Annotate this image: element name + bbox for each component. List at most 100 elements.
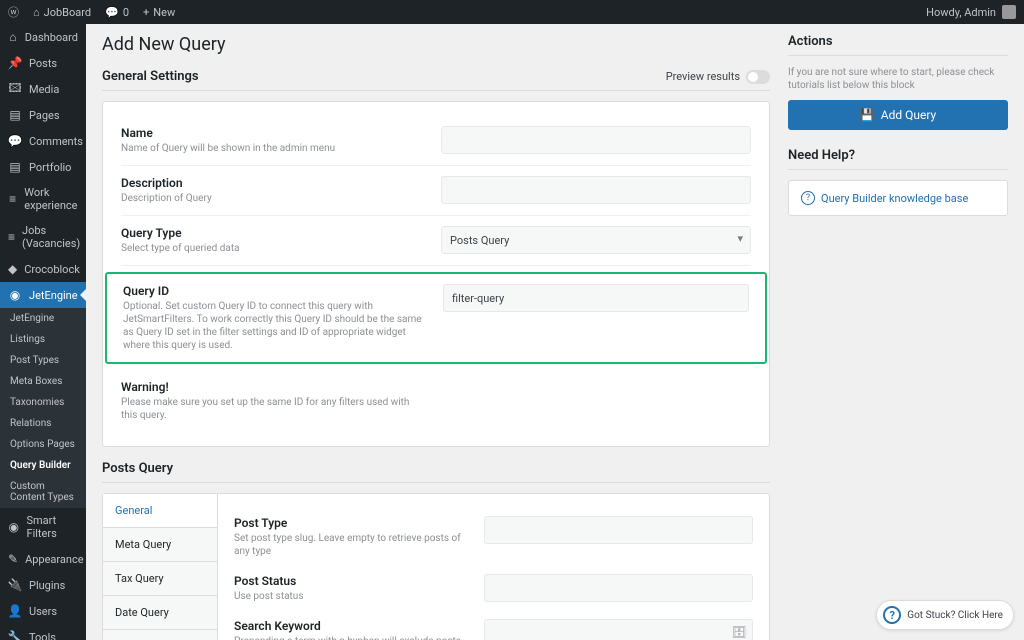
menu-crocoblock[interactable]: ◆ Crocoblock [0,256,86,282]
field-post-status: Post Status Use post status [234,566,753,611]
page-title: Add New Query [102,34,770,55]
menu-plugins[interactable]: 🔌Plugins [0,572,86,598]
field-post-type: Post Type Set post type slug. Leave empt… [234,508,753,566]
menu-media[interactable]: 🖾 Media [0,76,86,102]
field-title: Name [121,126,421,140]
database-icon[interactable]: 🗄 [732,625,747,639]
howdy[interactable]: Howdy, Admin [926,6,996,19]
tab-date-query[interactable]: Date Query [103,596,217,630]
warning-desc: Please make sure you set up the same ID … [121,396,421,422]
tools-icon: 🔧 [8,630,22,640]
description-input[interactable] [441,176,751,204]
field-desc: Set post type slug. Leave empty to retri… [234,532,464,558]
question-icon: ? [801,191,815,205]
sub-taxonomies[interactable]: Taxonomies [0,392,86,413]
sub-jetengine[interactable]: JetEngine [0,308,86,329]
posts-query-tabs: General Meta Query Tax Query Date Query … [103,494,218,640]
tab-meta-query[interactable]: Meta Query [103,528,217,562]
list-icon: ≡ [8,230,15,244]
posts-query-panel: General Meta Query Tax Query Date Query … [102,493,770,640]
field-description: Description Description of Query [121,166,751,216]
posts-query-header: Posts Query [102,461,770,483]
help-fab[interactable]: ? Got Stuck? Click Here [876,600,1014,630]
help-fab-icon: ? [883,606,901,624]
menu-jobs[interactable]: ≡Jobs (Vacancies) [0,218,86,256]
sub-options-pages[interactable]: Options Pages [0,434,86,455]
jetengine-icon: ◉ [8,288,22,302]
menu-comments[interactable]: 💬Comments [0,128,86,154]
section-title: Posts Query [102,461,173,476]
sub-relations[interactable]: Relations [0,413,86,434]
new-content[interactable]: + New [143,6,175,19]
help-fab-label: Got Stuck? Click Here [907,610,1003,621]
post-type-input[interactable] [484,516,753,544]
comments-icon: 💬 [8,134,22,148]
menu-posts[interactable]: 📌Posts [0,50,86,76]
query-id-input[interactable] [443,284,749,312]
sub-meta-boxes[interactable]: Meta Boxes [0,371,86,392]
menu-jetengine[interactable]: ◉ JetEngine [0,282,86,308]
search-keyword-input[interactable] [484,619,753,640]
field-desc: Prepending a term with a hyphen will exc… [234,635,464,640]
sub-listings[interactable]: Listings [0,329,86,350]
actions-section: Actions If you are not sure where to sta… [788,34,1008,130]
menu-label: Crocoblock [24,263,80,276]
tab-general[interactable]: General [103,494,217,528]
dashboard-icon: ⌂ [8,30,18,44]
preview-results-label: Preview results [666,70,740,83]
sub-query-builder[interactable]: Query Builder [0,455,86,476]
menu-label: Dashboard [25,31,78,44]
menu-label: Media [29,83,59,96]
media-icon: 🖾 [8,82,22,96]
name-input[interactable] [441,126,751,154]
query-type-select[interactable]: Posts Query [441,226,751,254]
menu-label: Portfolio [29,161,71,174]
add-query-button[interactable]: 💾 Add Query [788,100,1008,130]
croco-icon: ◆ [8,262,17,276]
tab-post-page[interactable]: Post & Page [103,630,217,640]
menu-dashboard[interactable]: ⌂ Dashboard [0,24,86,50]
menu-label: JetEngine [29,289,78,302]
tab-tax-query[interactable]: Tax Query [103,562,217,596]
menu-label: Posts [29,57,57,70]
preview-results-toggle[interactable] [746,70,770,84]
menu-label: Appearance [25,553,84,566]
field-title: Query Type [121,226,421,240]
post-status-input[interactable] [484,574,753,602]
sub-post-types[interactable]: Post Types [0,350,86,371]
avatar[interactable] [1002,5,1016,19]
section-title: Actions [788,34,1008,56]
menu-users[interactable]: 👤 Users [0,598,86,624]
pages-icon: ▤ [8,108,22,122]
menu-portfolio[interactable]: ▤Portfolio [0,154,86,180]
wp-logo[interactable]: ⓦ [8,4,19,20]
field-search-keyword: Search Keyword Prepending a term with a … [234,611,753,640]
menu-smart-filters[interactable]: ◉Smart Filters [0,508,86,546]
field-desc: Use post status [234,590,464,603]
sub-custom-content-types[interactable]: Custom Content Types [0,476,86,508]
menu-appearance[interactable]: ✎ Appearance [0,546,86,572]
help-section: Need Help? ? Query Builder knowledge bas… [788,148,1008,216]
appearance-icon: ✎ [8,552,18,566]
users-icon: 👤 [8,604,22,618]
field-query-type: Query Type Select type of queried data P… [121,216,751,266]
section-title: Need Help? [788,148,1008,170]
site-name[interactable]: ⌂ JobBoard [33,6,91,19]
admin-bar: ⓦ ⌂ JobBoard 💬 0 + New Howdy, Admin [0,0,1024,24]
comments-count[interactable]: 💬 0 [105,6,129,19]
field-title: Description [121,176,421,190]
menu-tools[interactable]: 🔧Tools [0,624,86,640]
menu-label: Work experience [24,186,78,212]
field-desc: Description of Query [121,192,421,205]
filter-icon: ◉ [8,520,19,534]
menu-work-experience[interactable]: ≡Work experience [0,180,86,218]
actions-desc: If you are not sure where to start, plea… [788,66,1008,92]
menu-label: Users [29,605,57,618]
general-settings-panel: Name Name of Query will be shown in the … [102,101,770,447]
menu-label: Pages [29,109,60,122]
field-title: Query ID [123,284,423,298]
menu-pages[interactable]: ▤ Pages [0,102,86,128]
help-link[interactable]: ? Query Builder knowledge base [788,180,1008,216]
section-title: General Settings [102,69,199,84]
help-link-label: Query Builder knowledge base [821,192,968,205]
